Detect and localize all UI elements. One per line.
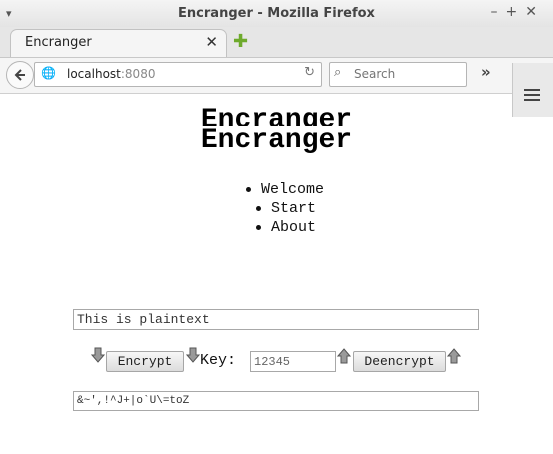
url-bar[interactable]: 🌐 localhost:8080 ↻ xyxy=(34,62,322,87)
back-button[interactable] xyxy=(6,61,34,89)
page-content: Encranger Encranger Welcome Start About … xyxy=(0,94,512,454)
search-box[interactable]: ⌕ xyxy=(329,62,467,87)
decrypt-button[interactable]: Deencrypt xyxy=(353,351,446,372)
arrow-down-icon xyxy=(91,347,105,363)
url-text: localhost:8080 xyxy=(67,67,156,81)
arrow-up-icon xyxy=(447,348,461,364)
page-heading: Encranger xyxy=(200,125,353,156)
site-nav-list: Welcome Start About xyxy=(246,180,324,237)
arrow-up-icon xyxy=(337,348,351,364)
encrypt-button[interactable]: Encrypt xyxy=(106,351,184,372)
window-controls[interactable]: –+✕ xyxy=(491,4,545,20)
search-icon: ⌕ xyxy=(334,65,342,80)
nav-toolbar: 🌐 localhost:8080 ↻ ⌕ » xyxy=(0,58,553,94)
nav-link-start[interactable]: Start xyxy=(256,199,324,218)
page-heading-clipped: Encranger xyxy=(200,105,353,126)
new-tab-icon[interactable]: ✚ xyxy=(233,31,248,52)
search-input[interactable] xyxy=(352,66,464,82)
key-label: Key: xyxy=(200,352,237,369)
back-arrow-icon xyxy=(14,69,25,81)
ciphertext-input[interactable] xyxy=(73,391,479,411)
hamburger-menu-icon xyxy=(524,89,540,104)
nav-link-welcome[interactable]: Welcome xyxy=(246,180,324,199)
reload-icon[interactable]: ↻ xyxy=(304,65,315,80)
plaintext-input[interactable] xyxy=(73,309,479,330)
key-input[interactable] xyxy=(250,351,336,372)
page-content-edge xyxy=(512,117,553,454)
nav-link-about[interactable]: About xyxy=(256,218,324,237)
tab-bar: Encranger ✕ ✚ xyxy=(0,27,553,58)
globe-icon: 🌐 xyxy=(41,66,56,80)
window-title: Encranger - Mozilla Firefox xyxy=(178,6,375,21)
window-titlebar: ▾ Encranger - Mozilla Firefox –+✕ xyxy=(0,0,553,27)
arrow-down-icon xyxy=(186,347,200,363)
close-tab-icon[interactable]: ✕ xyxy=(205,33,218,51)
tab-label: Encranger xyxy=(25,35,92,50)
overflow-chevron-icon[interactable]: » xyxy=(481,63,491,81)
tab-encranger[interactable]: Encranger ✕ xyxy=(10,29,227,57)
